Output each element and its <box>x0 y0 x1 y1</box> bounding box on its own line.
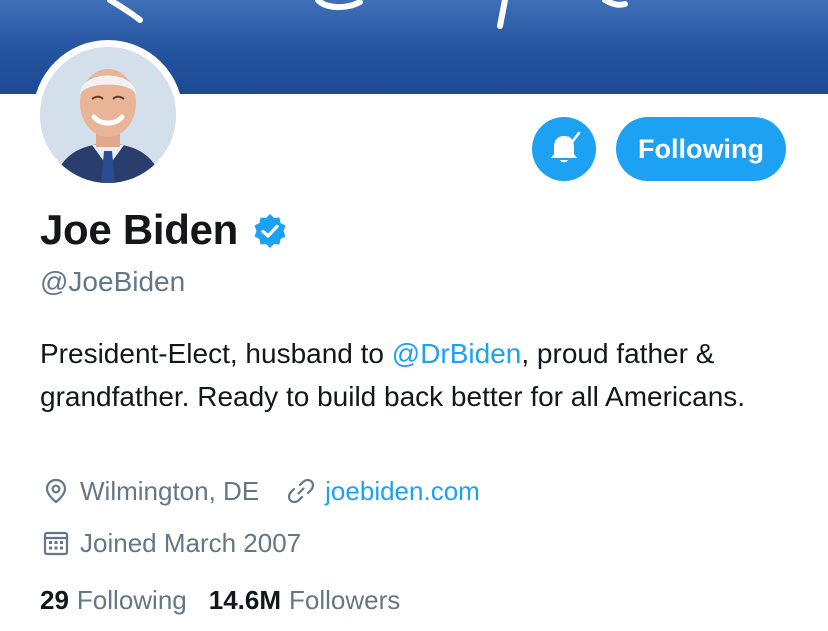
followers-label: Followers <box>289 585 401 615</box>
profile-joined-date: Joined March 2007 <box>80 527 302 558</box>
following-count: 29 <box>40 585 69 615</box>
following-button-label: Following <box>638 133 764 164</box>
profile-handle: @JoeBiden <box>40 266 186 297</box>
bio-text-start: President-Elect, husband to <box>40 338 392 369</box>
profile-meta-row: Wilmington, DE joebiden.com <box>40 475 480 507</box>
followers-stat-link[interactable]: 14.6M Followers <box>209 585 401 616</box>
following-button[interactable]: Following <box>616 117 786 181</box>
profile-avatar[interactable] <box>33 40 183 190</box>
followers-count: 14.6M <box>208 585 282 615</box>
bell-check-icon <box>551 131 581 163</box>
profile-website-link[interactable]: joebiden.com <box>325 476 480 507</box>
profile-stats: 29 Following 14.6M Followers <box>40 585 400 616</box>
calendar-icon <box>40 527 72 559</box>
notifications-bell-button[interactable] <box>532 117 596 181</box>
profile-name: Joe Biden <box>40 206 239 253</box>
following-stat-link[interactable]: 29 Following <box>40 585 187 616</box>
profile-bio: President-Elect, husband to @DrBiden, pr… <box>40 332 800 418</box>
profile-location: Wilmington, DE <box>80 475 260 506</box>
verified-badge-icon <box>254 214 286 248</box>
link-icon <box>285 475 317 507</box>
profile-joined-row: Joined March 2007 <box>40 527 301 559</box>
following-label: Following <box>76 585 187 615</box>
profile-name-row: Joe Biden <box>40 206 288 254</box>
avatar-photo <box>40 47 176 183</box>
bio-mention-link[interactable]: @DrBiden <box>392 338 522 369</box>
location-pin-icon <box>40 475 72 507</box>
